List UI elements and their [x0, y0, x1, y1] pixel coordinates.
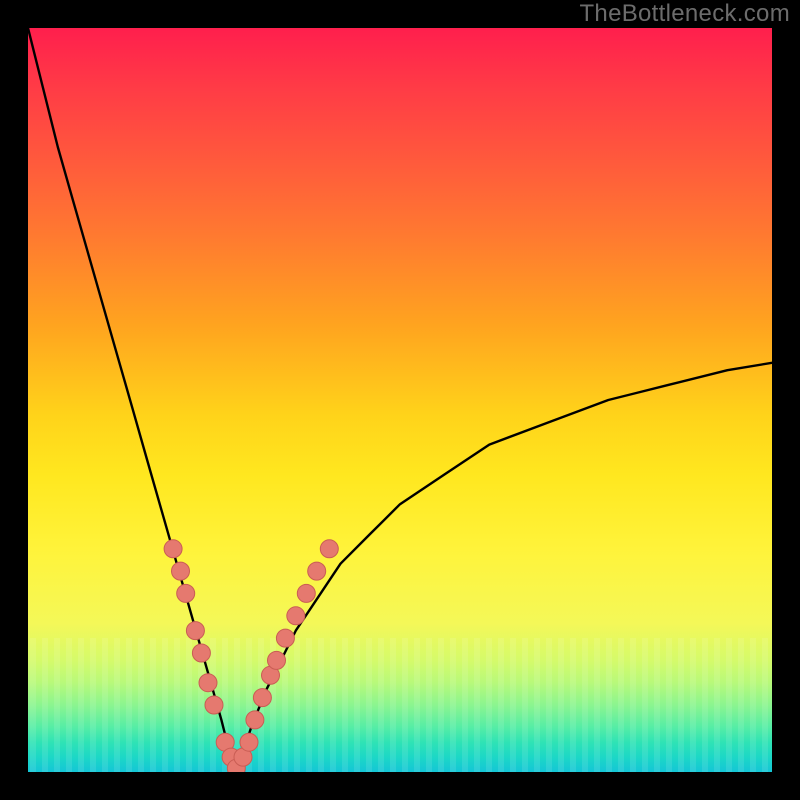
scatter-dot — [276, 629, 294, 647]
chart-svg — [28, 28, 772, 772]
scatter-dot — [240, 733, 258, 751]
scatter-dot — [297, 584, 315, 602]
chart-frame — [28, 28, 772, 772]
scatter-dot — [186, 622, 204, 640]
scatter-dot — [205, 696, 223, 714]
scatter-dot — [253, 689, 271, 707]
scatter-dots — [164, 540, 338, 772]
bottleneck-curve — [28, 28, 772, 772]
scatter-dot — [177, 584, 195, 602]
scatter-dot — [164, 540, 182, 558]
watermark-label: TheBottleneck.com — [579, 0, 790, 28]
scatter-dot — [199, 674, 217, 692]
scatter-dot — [308, 562, 326, 580]
scatter-dot — [287, 607, 305, 625]
scatter-dot — [172, 562, 190, 580]
scatter-dot — [192, 644, 210, 662]
scatter-dot — [320, 540, 338, 558]
scatter-dot — [246, 711, 264, 729]
scatter-dot — [268, 651, 286, 669]
